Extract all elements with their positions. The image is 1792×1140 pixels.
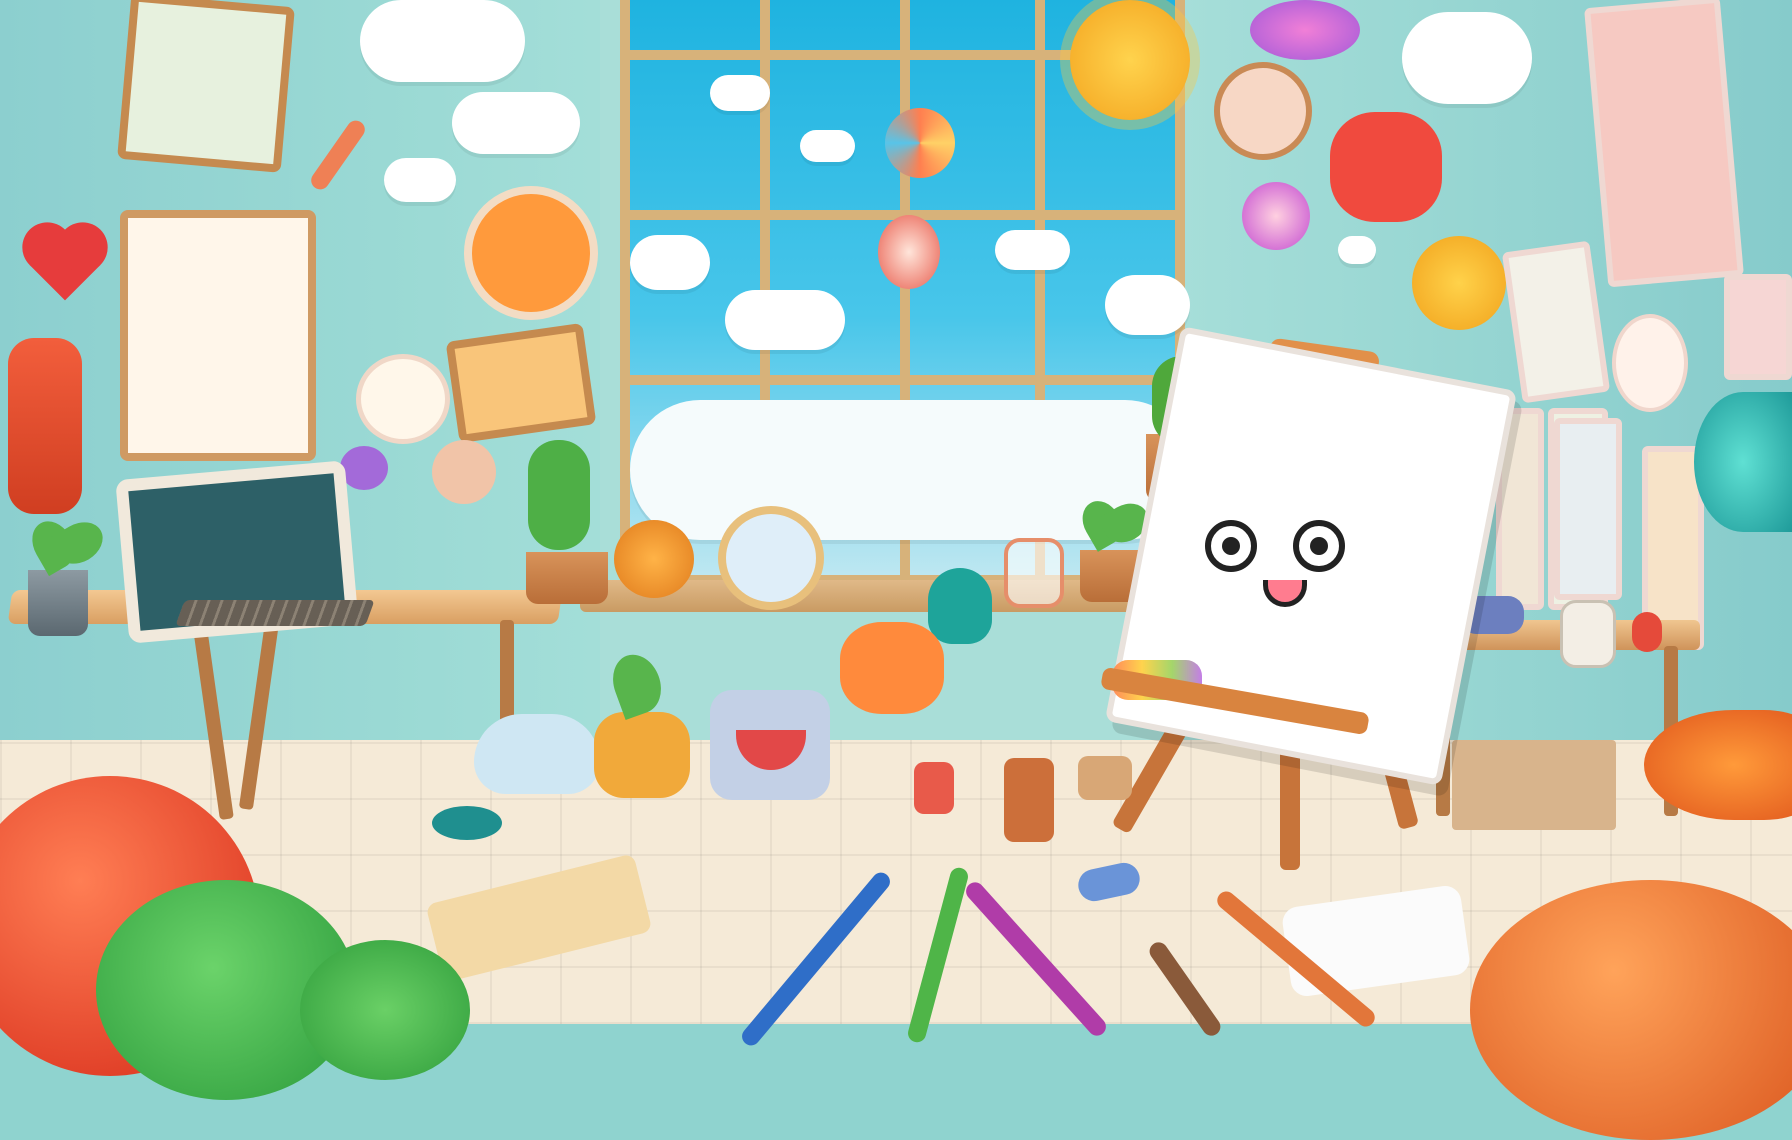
small-poster <box>1724 274 1792 380</box>
paint-tube-icon <box>1004 758 1054 842</box>
smiling-cloud-icon <box>360 0 525 82</box>
round-badge-icon <box>432 440 496 504</box>
wall-clock-face-icon <box>1214 62 1312 160</box>
smiling-cloud-icon <box>800 130 855 162</box>
strip-poster <box>1554 418 1622 600</box>
smiling-cloud-icon <box>630 235 710 290</box>
ghost-blob-icon <box>474 714 600 794</box>
brush-cup-icon <box>1560 600 1616 668</box>
smiling-cloud-icon <box>725 290 845 350</box>
jar-icon <box>1004 538 1064 608</box>
smiling-cloud-icon <box>1402 12 1532 104</box>
cactus-icon <box>528 440 590 550</box>
glasses-face-icon <box>1205 520 1355 610</box>
window-mullion <box>630 375 1175 385</box>
sun-face-icon <box>1070 0 1190 120</box>
illustration: { "scene": { "type": "cartoon illustrati… <box>0 0 1792 1140</box>
flower-icon <box>840 622 944 714</box>
smiling-cloud-icon <box>710 75 770 111</box>
plant-pot <box>28 570 88 636</box>
face-badge-icon <box>1612 314 1688 412</box>
smiley-icon <box>1412 236 1506 330</box>
framed-picture <box>445 322 597 444</box>
red-flower-face-icon <box>1330 112 1442 222</box>
smiling-cloud-icon <box>384 158 456 202</box>
smiling-cloud-icon <box>995 230 1070 270</box>
glasses-eye <box>1293 520 1345 572</box>
green-bush-icon <box>300 940 470 1080</box>
poster <box>1584 0 1744 288</box>
tongue-mouth <box>1263 580 1307 607</box>
pot-creature-icon <box>594 712 690 798</box>
globe-icon <box>1694 392 1792 532</box>
orange-face-badge-icon <box>464 186 598 320</box>
smiling-cloud-icon <box>1338 236 1376 264</box>
ring-float-icon <box>885 108 955 178</box>
sketch-board <box>120 210 316 461</box>
framed-portrait <box>117 0 295 173</box>
jar-icon <box>1078 756 1132 800</box>
dog-face-icon <box>356 354 450 444</box>
ornament-icon <box>1242 182 1310 250</box>
cotton-candy-icon <box>1250 0 1360 60</box>
orange-monster-icon <box>614 520 694 598</box>
glasses-eye <box>1205 520 1257 572</box>
clock-face-icon <box>718 506 824 610</box>
smiling-cloud-icon <box>452 92 580 154</box>
paint-jar-icon <box>914 762 954 814</box>
keyboard <box>175 600 375 626</box>
cardboard-box <box>1452 740 1616 830</box>
balloon-icon <box>878 215 940 289</box>
teal-object-icon <box>432 806 502 840</box>
cup-icon <box>1632 612 1662 652</box>
punching-bag <box>8 338 82 514</box>
purple-ghost-icon <box>340 446 388 490</box>
green-creature-icon <box>928 568 992 644</box>
smiling-cloud-icon <box>1105 275 1190 335</box>
plant-pot <box>526 552 608 604</box>
